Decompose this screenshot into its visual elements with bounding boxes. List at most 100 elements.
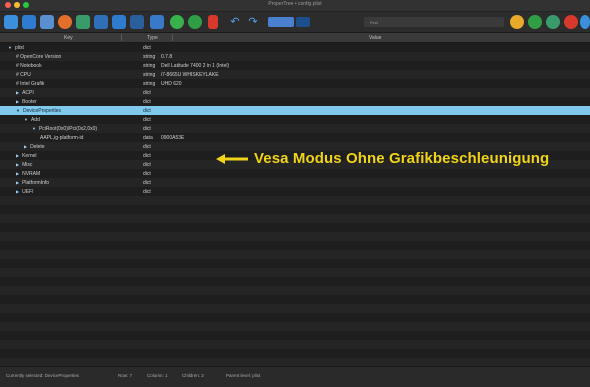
disclosure-icon[interactable]: ▼ [32,126,36,131]
table-row[interactable]: # OpenCore Version string 0.7.8 [0,52,590,61]
view-icon[interactable] [40,15,54,29]
disclosure-icon[interactable]: ▶ [16,99,19,104]
menu-icon[interactable] [150,15,164,29]
disclosure-icon[interactable]: ▶ [16,180,19,185]
table-row[interactable]: ▼ DeviceProperties dict [0,106,590,115]
row-key: AAPL,ig-platform-id [40,135,83,141]
header-key[interactable]: Key [64,35,73,41]
row-key-label: Misc [22,162,33,168]
annotation: Vesa Modus Ohne Grafikbeschleunigung [216,150,549,167]
plist-outline: ▼ plist dict # OpenCore Version string 0.7.8 #… [0,43,590,367]
table-row[interactable]: # Notebook string Dell Latitude 7400 2 in … [0,61,590,70]
row-type[interactable]: dict [143,108,151,114]
info-icon[interactable] [546,15,560,29]
disclosure-icon[interactable]: ▶ [16,162,19,167]
column-divider[interactable] [121,34,122,41]
disclosure-icon[interactable]: ▼ [16,108,20,113]
expand-icon[interactable] [94,15,108,29]
save-icon[interactable] [22,15,36,29]
row-key: ▼ plist [8,45,24,51]
row-value[interactable]: 0900A53E [161,135,184,141]
disclosure-icon[interactable]: ▶ [16,90,19,95]
table-row[interactable]: # CPU string i7-8665U WHISKEYLAKE [0,70,590,79]
table-row[interactable]: # Intel Grafik string UHD 620 [0,79,590,88]
empty-row [0,349,590,358]
empty-row [0,214,590,223]
tree-icon[interactable] [76,15,90,29]
empty-row [0,322,590,331]
row-type[interactable]: string [143,81,155,87]
status-row: Row: 7 [118,373,133,378]
add-icon[interactable] [170,15,184,29]
row-value[interactable]: 0.7.8 [161,54,172,60]
row-type[interactable]: string [143,54,155,60]
disclosure-icon[interactable]: ▼ [8,45,12,50]
table-row[interactable]: ▼ Add dict [0,115,590,124]
row-key-label: # Intel Grafik [16,81,45,87]
disclosure-icon[interactable]: ▶ [24,144,27,149]
table-row[interactable]: ▼ plist dict [0,43,590,52]
row-type[interactable]: dict [143,126,151,132]
remove-icon[interactable] [188,15,202,29]
disclosure-icon[interactable]: ▼ [24,117,28,122]
table-row[interactable]: ▶ Booter dict [0,97,590,106]
row-key: ▶ Misc [16,162,32,168]
row-type[interactable]: string [143,72,155,78]
disclosure-icon[interactable]: ▶ [16,153,19,158]
row-type[interactable]: dict [143,171,151,177]
table-row[interactable]: ▶ ACPI dict [0,88,590,97]
row-key-label: UEFI [22,189,34,195]
annotation-text: Vesa Modus Ohne Grafikbeschleunigung [254,150,550,167]
disclosure-icon[interactable]: ▶ [16,189,19,194]
row-type[interactable]: dict [143,162,151,168]
table-row[interactable]: ▶ PlatformInfo dict [0,178,590,187]
row-key-label: Delete [30,144,45,150]
header-type[interactable]: Type [147,35,158,41]
row-key-label: # CPU [16,72,31,78]
row-type[interactable]: string [143,63,155,69]
table-row[interactable]: ▼ PciRoot(0x0)/Pci(0x2,0x0) dict [0,124,590,133]
row-key: ▶ UEFI [16,189,33,195]
row-type[interactable]: dict [143,153,151,159]
clock-icon[interactable] [58,15,72,29]
dropdown-icon[interactable] [296,17,310,27]
redo-icon[interactable]: ↷ [246,15,260,29]
row-key-label: plist [14,45,24,51]
row-key-label: ACPI [22,90,34,96]
row-type[interactable]: dict [143,90,151,96]
row-key-label: PciRoot(0x0)/Pci(0x2,0x0) [38,126,98,132]
row-type[interactable]: dict [143,99,151,105]
row-type[interactable]: dict [143,189,151,195]
toggle-icon[interactable] [268,17,294,27]
row-value[interactable]: Dell Latitude 7400 2 in 1 (Intel) [161,63,229,69]
row-key-label: # Notebook [16,63,42,69]
undo-icon[interactable]: ↶ [228,15,242,29]
header-value[interactable]: Value [369,35,381,41]
empty-row [0,286,590,295]
table-row[interactable]: ▶ NVRAM dict [0,169,590,178]
list-icon[interactable] [130,15,144,29]
grid-icon[interactable] [112,15,126,29]
row-type[interactable]: dict [143,180,151,186]
row-type[interactable]: dict [143,45,151,51]
row-type[interactable]: data [143,135,153,141]
row-key: ▼ PciRoot(0x0)/Pci(0x2,0x0) [32,126,97,132]
table-row[interactable]: AAPL,ig-platform-id data 0900A53E [0,133,590,142]
row-type[interactable]: dict [143,117,151,123]
stop-icon[interactable] [564,15,578,29]
bookmark-icon[interactable] [208,15,218,29]
settings-icon[interactable] [580,15,590,29]
check-icon[interactable] [528,15,542,29]
search-input[interactable]: Find [364,17,504,27]
open-icon[interactable] [4,15,18,29]
disclosure-icon[interactable]: ▶ [16,171,19,176]
row-type[interactable]: dict [143,144,151,150]
row-value[interactable]: i7-8665U WHISKEYLAKE [161,72,219,78]
table-row[interactable]: ▶ UEFI dict [0,187,590,196]
column-divider[interactable] [172,34,173,41]
empty-row [0,268,590,277]
empty-row [0,223,590,232]
row-value[interactable]: UHD 620 [161,81,182,87]
empty-row [0,196,590,205]
sync-icon[interactable] [510,15,524,29]
